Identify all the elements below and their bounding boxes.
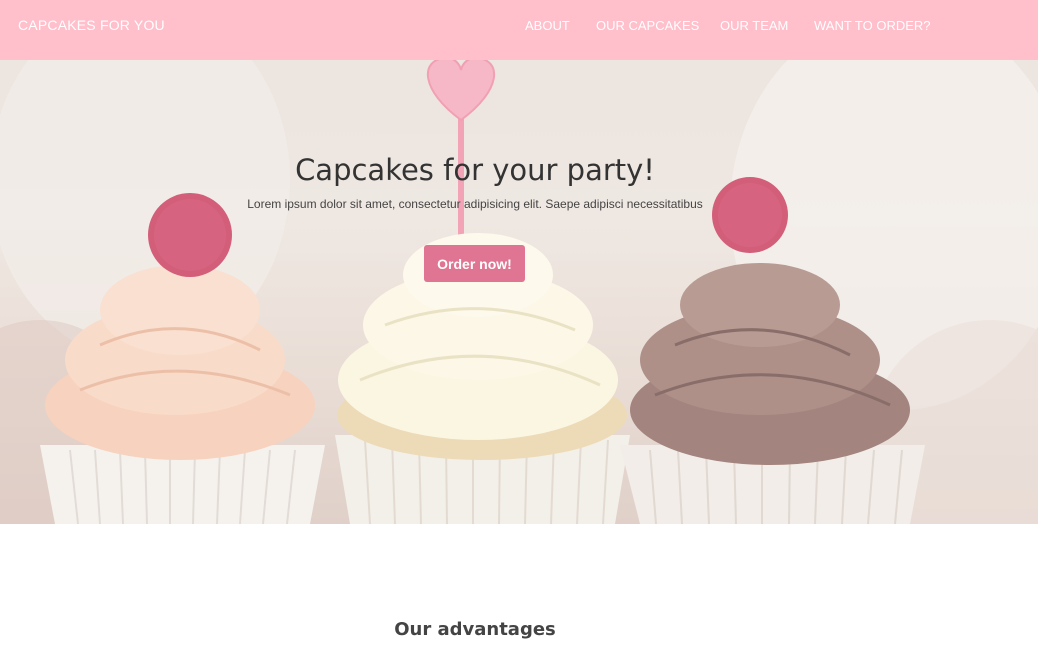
nav-link-our-team[interactable]: OUR TEAM xyxy=(720,18,788,33)
hero-title: Capcakes for your party! xyxy=(295,153,655,187)
hero-cupcakes-image xyxy=(0,60,1038,524)
navbar: CAPCAKES FOR YOU ABOUT OUR CAPCAKES OUR … xyxy=(0,0,1038,60)
nav-link-about[interactable]: ABOUT xyxy=(525,18,570,33)
hero-banner: Capcakes for your party! Lorem ipsum dol… xyxy=(0,60,1038,524)
order-now-button[interactable]: Order now! xyxy=(424,245,525,282)
nav-menu: ABOUT OUR CAPCAKES OUR TEAM WANT TO ORDE… xyxy=(0,18,1038,38)
nav-link-our-capcakes[interactable]: OUR CAPCAKES xyxy=(596,18,699,33)
advantages-section-title: Our advantages xyxy=(394,619,556,640)
nav-link-want-to-order[interactable]: WANT TO ORDER? xyxy=(814,18,931,33)
hero-subtitle: Lorem ipsum dolor sit amet, consectetur … xyxy=(247,197,703,211)
